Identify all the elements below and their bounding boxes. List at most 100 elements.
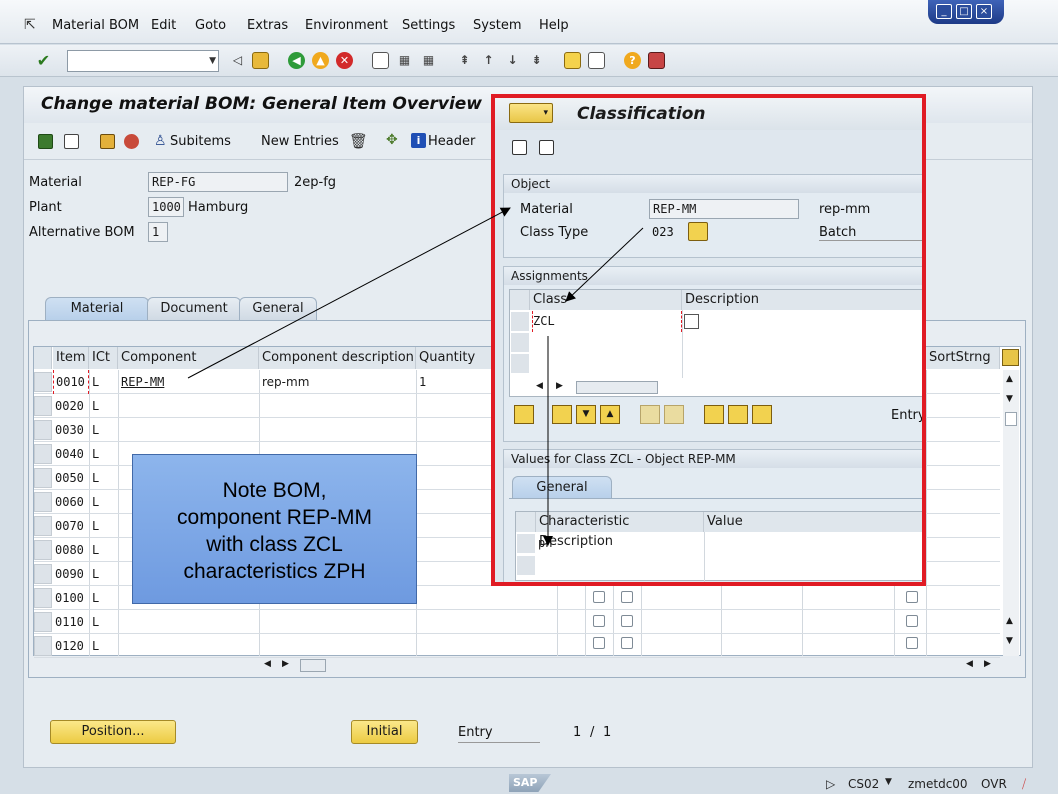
item-cell[interactable]: 0040 — [53, 442, 89, 466]
column-header-ict[interactable]: ICt — [89, 347, 118, 369]
subitems-icon[interactable]: ♙ — [154, 133, 169, 149]
delete-icon[interactable]: 🗑 — [349, 132, 368, 150]
characteristic-cell[interactable]: ph — [538, 533, 698, 554]
insert-row-icon[interactable] — [640, 405, 660, 424]
checkbox[interactable] — [621, 637, 633, 649]
row-selector[interactable] — [34, 492, 52, 512]
classification-icon[interactable]: ✥ — [386, 132, 401, 148]
column-header-value[interactable]: Value — [704, 512, 922, 532]
where-used-icon[interactable] — [124, 134, 139, 149]
component-description-cell[interactable]: rep-mm — [260, 370, 415, 394]
first-page-icon[interactable]: ⇞ — [456, 52, 473, 69]
scroll-thumb[interactable] — [1005, 412, 1017, 426]
menu-system[interactable]: System — [473, 18, 521, 33]
info-icon[interactable]: i — [411, 133, 426, 148]
column-header-component[interactable]: Component — [118, 347, 259, 369]
quantity-cell[interactable] — [417, 562, 492, 586]
item-cell[interactable]: 0030 — [53, 418, 89, 442]
arrow-down-icon[interactable]: ▼ — [576, 405, 596, 424]
scroll-left-icon[interactable]: ◀ — [264, 659, 271, 669]
item-cell[interactable]: 0110 — [53, 610, 89, 634]
table-row[interactable]: 0110 L — [34, 610, 1000, 634]
ict-cell[interactable]: L — [90, 586, 118, 610]
select-all-icon[interactable] — [704, 405, 724, 424]
column-header-description[interactable]: Description — [682, 290, 922, 310]
quantity-cell[interactable] — [417, 586, 492, 610]
row-selector[interactable] — [517, 556, 535, 575]
row-selector[interactable] — [34, 420, 52, 440]
menu-material-bom[interactable]: Material BOM — [52, 18, 139, 33]
table-row[interactable]: 0120 L — [34, 634, 1000, 658]
back-arrow-icon[interactable]: ◁ — [229, 52, 246, 69]
checkbox[interactable] — [593, 591, 605, 603]
scroll-up-icon[interactable]: ▲ — [1006, 616, 1013, 626]
class-type-search-icon[interactable] — [688, 222, 708, 241]
maximize-button[interactable]: □ — [956, 4, 972, 19]
shortcut-icon[interactable] — [588, 52, 605, 69]
next-object-icon[interactable] — [539, 140, 554, 155]
component-cell[interactable] — [119, 418, 259, 442]
scroll-up-icon[interactable]: ▲ — [1006, 374, 1013, 384]
component-cell[interactable] — [119, 610, 259, 634]
item-cell[interactable]: 0010 — [53, 370, 89, 394]
item-icon[interactable] — [38, 134, 53, 149]
details-icon[interactable] — [514, 405, 534, 424]
scroll-right-icon[interactable]: ▶ — [556, 381, 563, 391]
checkbox[interactable] — [906, 637, 918, 649]
status-insert-mode[interactable]: OVR — [981, 777, 1007, 791]
checkbox[interactable] — [906, 615, 918, 627]
row-selector[interactable] — [34, 540, 52, 560]
find-next-icon[interactable]: ▦ — [420, 52, 437, 69]
validity-icon[interactable] — [100, 134, 115, 149]
component-cell[interactable]: REP-MM — [119, 370, 259, 394]
checkbox[interactable] — [621, 615, 633, 627]
print-icon[interactable] — [372, 52, 389, 69]
item-list-icon[interactable] — [64, 134, 79, 149]
row-selector[interactable] — [511, 354, 529, 373]
ict-cell[interactable]: L — [90, 562, 118, 586]
row-selector[interactable] — [34, 612, 52, 632]
class-cell[interactable]: ZCL — [532, 311, 682, 332]
quantity-cell[interactable] — [417, 394, 492, 418]
previous-page-icon[interactable]: ↑ — [480, 52, 497, 69]
ict-cell[interactable]: L — [90, 418, 118, 442]
column-header-select[interactable] — [34, 347, 52, 369]
ict-cell[interactable]: L — [90, 490, 118, 514]
alternative-bom-field[interactable]: 1 — [148, 222, 168, 242]
quantity-cell[interactable] — [417, 490, 492, 514]
component-cell[interactable] — [119, 634, 259, 658]
ict-cell[interactable]: L — [90, 634, 118, 658]
previous-object-icon[interactable] — [512, 140, 527, 155]
column-header-class[interactable]: Class — [530, 290, 682, 310]
menu-edit[interactable]: Edit — [151, 18, 176, 33]
menu-environment[interactable]: Environment — [305, 18, 388, 33]
quantity-cell[interactable] — [417, 610, 492, 634]
select-all-header[interactable] — [516, 512, 536, 532]
material-field[interactable]: REP-FG — [148, 172, 288, 192]
ict-cell[interactable]: L — [90, 370, 118, 394]
quantity-cell[interactable] — [417, 442, 492, 466]
last-page-icon[interactable]: ⇟ — [528, 52, 545, 69]
status-dropdown-icon[interactable]: ▼ — [885, 777, 892, 787]
scroll-right-icon[interactable]: ▶ — [984, 659, 991, 669]
quantity-cell[interactable] — [417, 634, 492, 658]
ict-cell[interactable]: L — [90, 466, 118, 490]
class-type-value[interactable]: 023 — [652, 225, 674, 239]
row-selector[interactable] — [34, 516, 52, 536]
row-selector[interactable] — [34, 396, 52, 416]
component-description-cell[interactable] — [260, 610, 415, 634]
checkbox[interactable] — [621, 591, 633, 603]
item-cell[interactable]: 0090 — [53, 562, 89, 586]
new-session-icon[interactable] — [564, 52, 581, 69]
system-menu-icon[interactable]: ▾ — [509, 103, 553, 123]
cancel-icon[interactable]: ✕ — [336, 52, 353, 69]
component-cell[interactable] — [119, 394, 259, 418]
tab-general[interactable]: General — [239, 297, 317, 320]
ict-cell[interactable]: L — [90, 538, 118, 562]
close-window-button[interactable]: × — [976, 4, 992, 19]
scroll-thumb[interactable] — [576, 381, 658, 394]
ict-cell[interactable]: L — [90, 442, 118, 466]
column-header-characteristic-description[interactable]: Characteristic Description — [536, 512, 704, 549]
quantity-cell[interactable] — [417, 538, 492, 562]
row-selector[interactable] — [34, 444, 52, 464]
